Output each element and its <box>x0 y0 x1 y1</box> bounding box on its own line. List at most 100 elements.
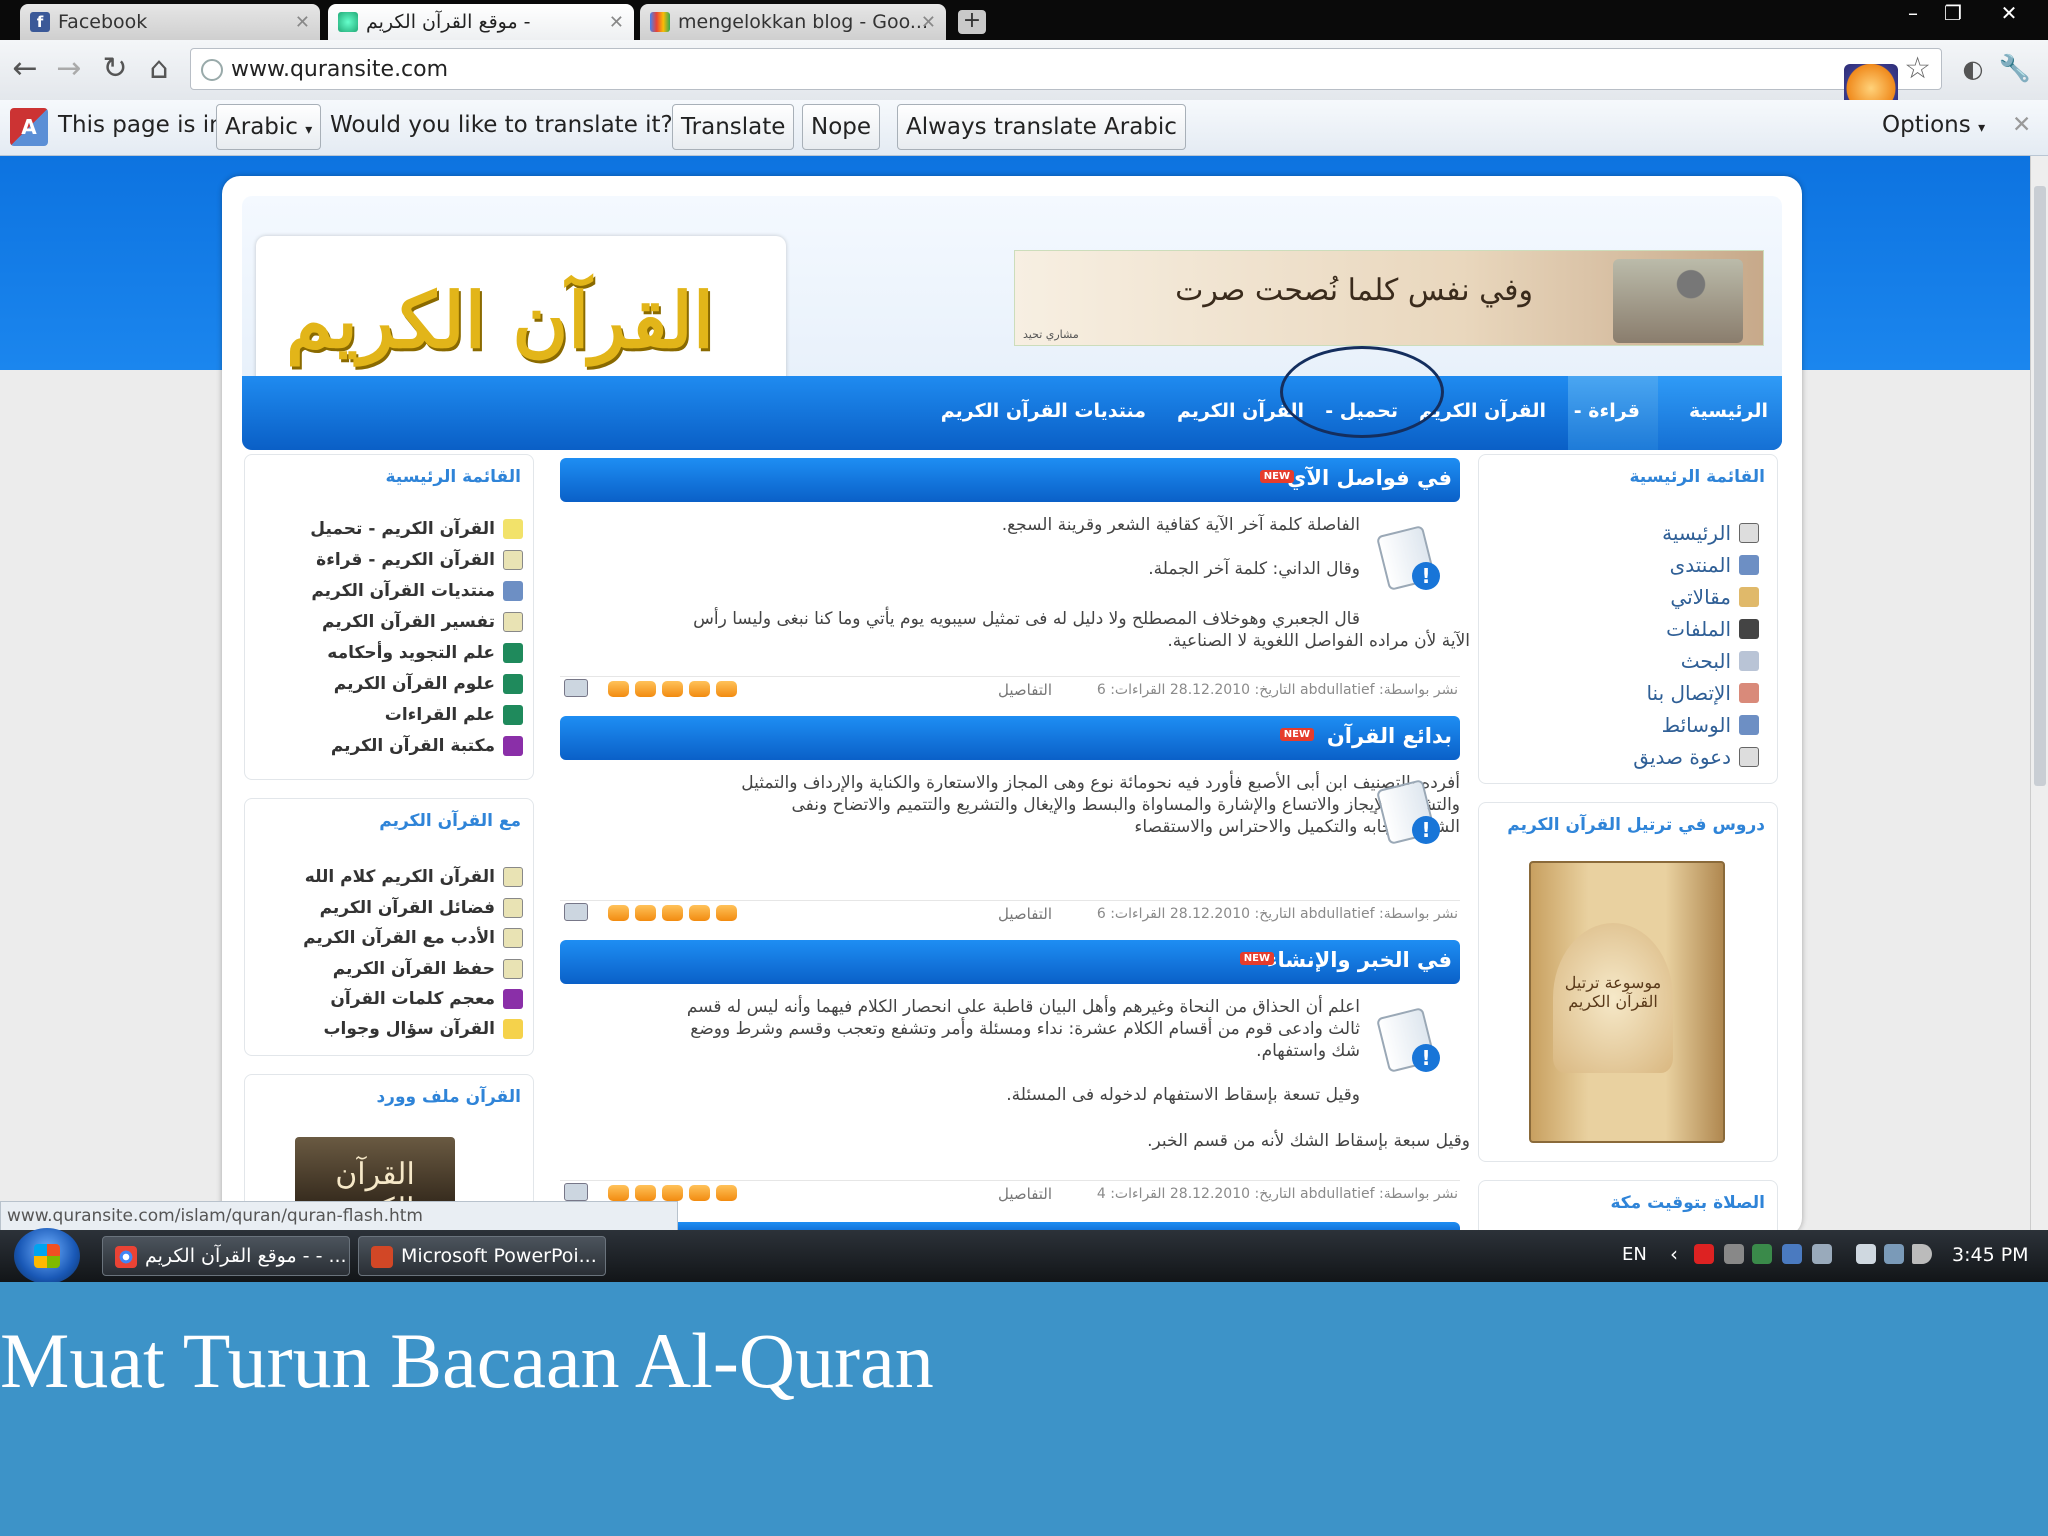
right-menu-item-files[interactable]: الملفات <box>1666 617 1759 641</box>
nope-button[interactable]: Nope <box>802 104 881 150</box>
left-menu-item-read[interactable]: القرآن الكريم - قراءة <box>316 550 523 570</box>
left-menu-item-tafsir[interactable]: تفسير القرآن الكريم <box>322 612 523 632</box>
new-badge: NEW <box>1239 952 1274 965</box>
restore-button[interactable]: ❐ <box>1934 0 1972 28</box>
printer-icon[interactable] <box>564 679 588 697</box>
always-translate-button[interactable]: Always translate Arabic <box>897 104 1186 150</box>
left-menu-item-library[interactable]: مكتبة القرآن الكريم <box>331 736 523 756</box>
banner-signature: مشاري تحيد <box>1023 328 1079 341</box>
options-menu[interactable]: Options ▾ <box>1882 112 1985 138</box>
details-link[interactable]: التفاصيل <box>998 905 1052 923</box>
printer-icon[interactable] <box>564 1183 588 1201</box>
left-menu-item-tajweed[interactable]: علم التجويد وأحكامه <box>327 643 523 663</box>
article-line: وقال الداني: كلمة آخر الجملة. <box>1148 559 1360 579</box>
article-header[interactable]: بدائع القرآن NEW <box>560 716 1460 760</box>
right-menu-item-home[interactable]: الرئيسية <box>1662 521 1759 545</box>
left-with-item-6[interactable]: القرآن سؤال وجواب <box>323 1019 523 1039</box>
rating-stars[interactable] <box>608 1185 737 1201</box>
clock[interactable]: 3:45 PM <box>1952 1244 2029 1266</box>
left-menu-item-download[interactable]: القرآن الكريم - تحميل <box>310 519 523 539</box>
article-line: وقيل سبعة بإسقاط الشك لأنه من قسم الخبر. <box>1147 1131 1470 1151</box>
network-icon[interactable] <box>1856 1244 1876 1264</box>
start-button[interactable] <box>14 1228 80 1284</box>
close-icon[interactable]: ✕ <box>609 12 624 33</box>
right-menu-item-invite[interactable]: دعوة صديق <box>1633 745 1759 769</box>
article-line: اعلم أن الحذاق من النحاة وغيرهم وأهل الب… <box>686 997 1360 1017</box>
language-indicator[interactable]: EN <box>1622 1244 1647 1265</box>
article-header[interactable]: في فواصل الآي NEW <box>560 458 1460 502</box>
right-menu-item-contact[interactable]: الإتصال بنا <box>1646 681 1759 705</box>
printer-icon[interactable] <box>564 903 588 921</box>
reload-button[interactable]: ↻ <box>98 52 132 86</box>
book-cover-image[interactable]: موسوعة ترتيل القرآن الكريم <box>1529 861 1725 1143</box>
menu-label: منتديات القرآن الكريم <box>311 581 495 601</box>
article-meta: نشر بواسطة: abdullatief التاريخ: 28.12.2… <box>1096 906 1458 922</box>
left-menu-item-qiraat[interactable]: علم القراءات <box>385 705 523 725</box>
right-menu-item-search[interactable]: البحث <box>1681 649 1759 673</box>
tray-app-icon[interactable] <box>1782 1244 1802 1264</box>
close-window-button[interactable]: ✕ <box>1988 0 2030 28</box>
left-with-item-4[interactable]: حفظ القرآن الكريم <box>333 959 523 979</box>
left-with-item-2[interactable]: فضائل القرآن الكريم <box>320 898 523 918</box>
article-header[interactable]: في الخبر والإنشاء NEW <box>560 940 1460 984</box>
volume-icon[interactable] <box>1912 1244 1932 1264</box>
scrollbar-thumb[interactable] <box>2034 186 2046 786</box>
details-link[interactable]: التفاصيل <box>998 1185 1052 1203</box>
tab-facebook[interactable]: f Facebook ✕ <box>20 4 320 40</box>
tray-app-icon[interactable] <box>1752 1244 1772 1264</box>
menu-label: الرئيسية <box>1662 521 1731 545</box>
left-menu-item-sciences[interactable]: علوم القرآن الكريم <box>334 674 523 694</box>
display-icon[interactable] <box>1884 1244 1904 1264</box>
wrench-icon[interactable]: 🔧 <box>1998 52 2032 86</box>
nav-forums[interactable]: منتديات القرآن الكريم <box>941 400 1146 422</box>
new-tab-button[interactable]: + <box>958 10 986 34</box>
rating-stars[interactable] <box>608 905 737 921</box>
back-button[interactable]: ← <box>8 52 42 86</box>
details-link[interactable]: التفاصيل <box>998 681 1052 699</box>
taskbar: موقع القرآن الكريم - - ... Microsoft Pow… <box>0 1230 2048 1282</box>
article-title[interactable]: في فواصل الآي <box>1287 466 1452 490</box>
left-menu-item-forums[interactable]: منتديات القرآن الكريم <box>311 581 523 601</box>
chevron-left-icon[interactable]: ‹ <box>1670 1242 1678 1266</box>
close-icon[interactable]: ✕ <box>2012 112 2031 138</box>
taskbar-powerpoint[interactable]: Microsoft PowerPoi... <box>358 1236 606 1276</box>
minimize-button[interactable]: – <box>1894 0 1932 28</box>
left-with-item-1[interactable]: القرآن الكريم كلام الله <box>305 867 523 887</box>
house-icon <box>1739 523 1759 543</box>
article-title[interactable]: في الخبر والإنشاء <box>1267 948 1452 972</box>
close-icon[interactable]: ✕ <box>295 12 310 33</box>
banner-text: وفي نفس كلما نُصحت صرت <box>1175 273 1533 308</box>
extension-icon[interactable]: ◐ <box>1956 52 1990 86</box>
tab-quransite[interactable]: موقع القرآن الكريم - ✕ <box>328 4 634 40</box>
tab-label: mengelokkan blog - Goo... <box>678 11 929 33</box>
article-title[interactable]: بدائع القرآن <box>1327 724 1452 748</box>
tray-app-icon[interactable] <box>1724 1244 1744 1264</box>
page-scrollbar[interactable] <box>2030 156 2048 1230</box>
nav-read[interactable]: - قراءة <box>1574 400 1640 422</box>
rating-stars[interactable] <box>608 681 737 697</box>
scroll-info-icon: ! <box>1375 1006 1444 1076</box>
scroll-info-icon: ! <box>1375 778 1444 848</box>
facebook-icon: f <box>30 12 50 32</box>
tray-app-icon[interactable] <box>1812 1244 1832 1264</box>
nav-home[interactable]: الرئيسية <box>1689 400 1768 422</box>
home-button[interactable]: ⌂ <box>142 52 176 86</box>
scroll-info-icon: ! <box>1375 524 1444 594</box>
left-with-item-3[interactable]: الأدب مع القرآن الكريم <box>303 928 523 948</box>
article-body: الفاصلة كلمة آخر الآية كقافية الشعر وقري… <box>580 514 1360 580</box>
tab-google[interactable]: mengelokkan blog - Goo... ✕ <box>640 4 946 40</box>
language-select[interactable]: Arabic ▾ <box>216 104 322 150</box>
forward-button[interactable]: → <box>52 52 86 86</box>
close-icon[interactable]: ✕ <box>921 12 936 33</box>
menu-label: مكتبة القرآن الكريم <box>330 736 495 756</box>
address-bar[interactable]: www.quransite.com ☆ <box>190 48 1942 90</box>
left-with-item-5[interactable]: معجم كلمات القرآن <box>330 989 523 1009</box>
right-menu-item-media[interactable]: الوسائط <box>1662 713 1759 737</box>
right-menu-item-forum[interactable]: المنتدى <box>1670 553 1759 577</box>
taskbar-chrome[interactable]: موقع القرآن الكريم - - ... <box>102 1236 350 1276</box>
bookmark-star-icon[interactable]: ☆ <box>1904 51 1931 86</box>
translate-button[interactable]: Translate <box>672 104 795 150</box>
right-menu-item-articles[interactable]: مقالاتي <box>1670 585 1759 609</box>
tray-app-icon[interactable] <box>1694 1244 1714 1264</box>
site-logo[interactable]: القرآن الكريم <box>286 276 714 365</box>
